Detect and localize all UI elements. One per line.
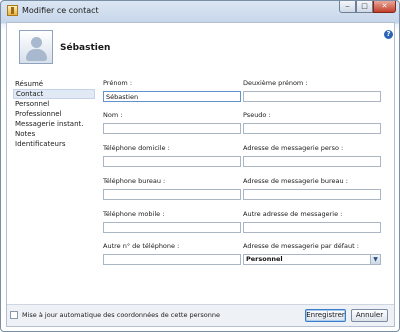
dialog-body: Sébastien ? Résumé Contact Personnel Pro… <box>6 22 395 327</box>
mail-defaut-group: Adresse de messagerie par défaut : Perso… <box>243 242 381 265</box>
mail-bureau-group: Adresse de messagerie bureau : <box>243 177 381 200</box>
prenom-label: Prénom : <box>103 79 133 87</box>
tel-mobile-group: Téléphone mobile : <box>103 210 241 233</box>
nav-item-messagerie-instant[interactable]: Messagerie instant. <box>13 119 95 129</box>
maximize-icon: □ <box>361 2 368 10</box>
section-nav: Résumé Contact Personnel Professionnel M… <box>13 79 95 149</box>
save-button[interactable]: Enregistrer <box>305 309 346 322</box>
auto-update-checkbox[interactable] <box>10 311 18 319</box>
close-icon: ✕ <box>381 2 388 10</box>
tel-mobile-label: Téléphone mobile : <box>103 210 165 218</box>
deuxieme-prenom-input[interactable] <box>243 91 381 102</box>
contact-name-heading: Sébastien <box>60 43 111 53</box>
nom-input[interactable] <box>103 123 241 134</box>
contact-window: Modifier ce contact ‒ □ ✕ Sébastien ? Ré… <box>0 0 400 332</box>
contact-book-icon <box>7 5 18 16</box>
contact-avatar[interactable] <box>19 30 53 64</box>
tel-domicile-label: Téléphone domicile : <box>103 144 170 152</box>
auto-update-label[interactable]: Mise à jour automatique des coordonnées … <box>22 311 220 319</box>
avatar-body-shape <box>26 49 47 61</box>
nav-item-resume[interactable]: Résumé <box>13 79 95 89</box>
tel-autre-label: Autre n° de téléphone : <box>103 242 180 250</box>
tel-mobile-input[interactable] <box>103 222 241 233</box>
mail-perso-label: Adresse de messagerie perso : <box>243 144 344 152</box>
nom-label: Nom : <box>103 111 123 119</box>
deuxieme-prenom-label: Deuxième prénom : <box>243 79 308 87</box>
deuxieme-prenom-group: Deuxième prénom : <box>243 79 381 102</box>
pseudo-group: Pseudo : <box>243 111 381 134</box>
tel-autre-group: Autre n° de téléphone : <box>103 242 241 265</box>
mail-defaut-selected-value: Personnel <box>246 255 283 263</box>
prenom-input[interactable] <box>103 91 241 102</box>
pseudo-input[interactable] <box>243 123 381 134</box>
mail-perso-input[interactable] <box>243 156 381 167</box>
tel-bureau-label: Téléphone bureau : <box>103 177 166 185</box>
tel-bureau-group: Téléphone bureau : <box>103 177 241 200</box>
nav-item-notes[interactable]: Notes <box>13 129 95 139</box>
mail-defaut-select[interactable]: Personnel ▼ <box>243 254 381 265</box>
nav-item-professionnel[interactable]: Professionnel <box>13 109 95 119</box>
dialog-footer: Mise à jour automatique des coordonnées … <box>7 304 394 326</box>
cancel-button[interactable]: Annuler <box>351 309 388 322</box>
minimize-button[interactable]: ‒ <box>339 1 356 13</box>
tel-bureau-input[interactable] <box>103 189 241 200</box>
window-title: Modifier ce contact <box>22 6 99 15</box>
contact-form: Prénom : Deuxième prénom : Nom : Pseudo … <box>103 79 393 311</box>
chevron-down-icon[interactable]: ▼ <box>370 255 380 264</box>
tel-domicile-group: Téléphone domicile : <box>103 144 241 167</box>
maximize-button[interactable]: □ <box>356 1 373 13</box>
mail-bureau-label: Adresse de messagerie bureau : <box>243 177 348 185</box>
tel-domicile-input[interactable] <box>103 156 241 167</box>
mail-autre-input[interactable] <box>243 222 381 233</box>
mail-autre-label: Autre adresse de messagerie : <box>243 210 343 218</box>
nav-item-personnel[interactable]: Personnel <box>13 99 95 109</box>
mail-perso-group: Adresse de messagerie perso : <box>243 144 381 167</box>
close-button[interactable]: ✕ <box>373 1 396 13</box>
mail-autre-group: Autre adresse de messagerie : <box>243 210 381 233</box>
tel-autre-input[interactable] <box>103 254 241 265</box>
mail-defaut-label: Adresse de messagerie par défaut : <box>243 242 359 250</box>
avatar-head-shape <box>31 37 42 48</box>
minimize-icon: ‒ <box>345 2 350 10</box>
nav-item-identificateurs[interactable]: Identificateurs <box>13 139 95 149</box>
title-bar[interactable]: Modifier ce contact ‒ □ ✕ <box>1 1 399 21</box>
help-icon[interactable]: ? <box>384 30 393 39</box>
nav-item-contact[interactable]: Contact <box>13 89 95 99</box>
prenom-group: Prénom : <box>103 79 241 102</box>
nom-group: Nom : <box>103 111 241 134</box>
mail-bureau-input[interactable] <box>243 189 381 200</box>
pseudo-label: Pseudo : <box>243 111 271 119</box>
